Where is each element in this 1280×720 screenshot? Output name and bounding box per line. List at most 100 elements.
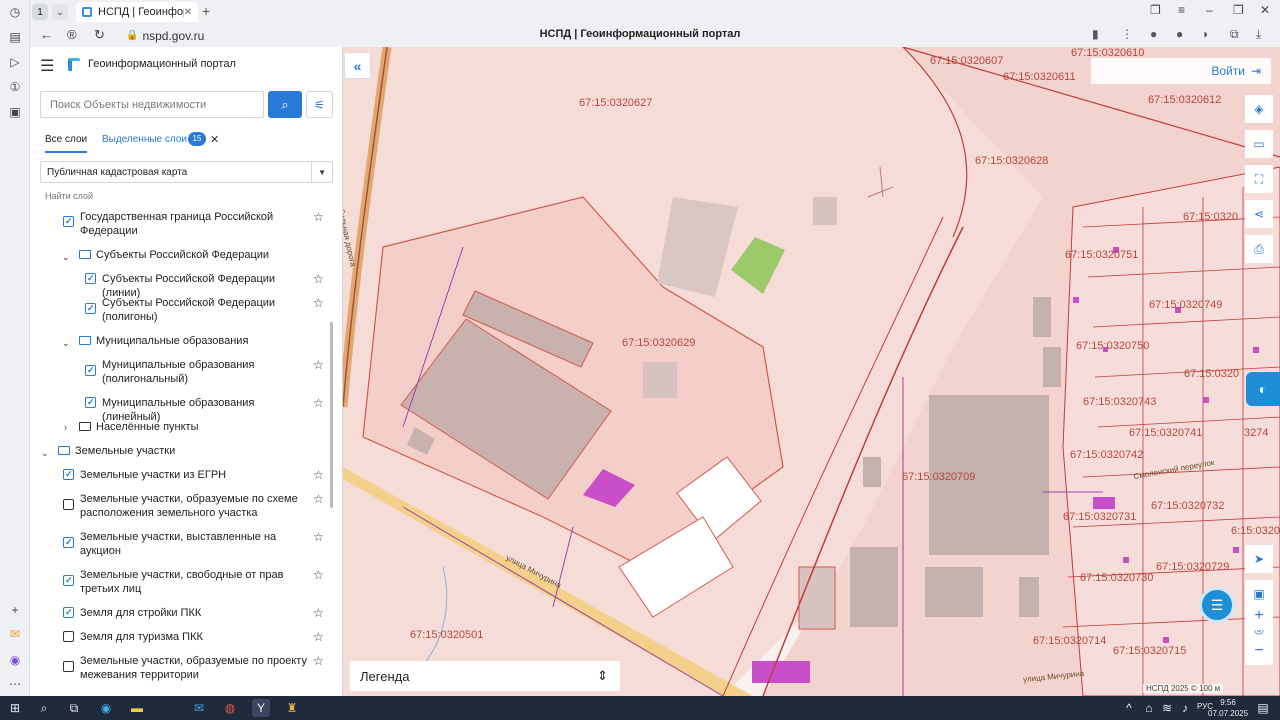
layers-button[interactable]: ◈ (1245, 95, 1273, 123)
find-layer-input[interactable]: Найти слой (45, 191, 93, 201)
favorite-star-icon[interactable]: ☆ (313, 210, 324, 224)
favorite-star-icon[interactable]: ☆ (313, 296, 324, 310)
collections-icon[interactable]: ▤ (5, 27, 25, 47)
cadastral-label[interactable]: 67:15:0320715 (1113, 645, 1186, 657)
cadastral-label[interactable]: 67:15:0320742 (1070, 449, 1143, 461)
favorite-star-icon[interactable]: ☆ (313, 492, 324, 506)
cadastral-label[interactable]: 67:15:0320 (1184, 368, 1239, 380)
search-icon[interactable]: ⌕ (35, 699, 53, 717)
cadastral-label[interactable]: 67:15:0320607 (930, 55, 1003, 67)
tab-close-icon[interactable]: ✕ (184, 7, 192, 18)
navigate-button[interactable]: ➤ (1245, 545, 1273, 573)
clear-selected-icon[interactable]: ✕ (210, 131, 219, 149)
favorite-star-icon[interactable]: ☆ (313, 358, 324, 372)
assistant-widget-button[interactable]: ◐ (1246, 372, 1280, 406)
favorite-star-icon[interactable]: ☆ (313, 396, 324, 410)
favorite-star-icon[interactable]: ☆ (313, 530, 324, 544)
layer-checkbox[interactable] (63, 573, 74, 587)
cadastral-label[interactable]: 6:15:0320 (1231, 525, 1280, 537)
browser-tab[interactable]: НСПД | Геоинформационн ✕ (76, 2, 198, 22)
favorite-star-icon[interactable]: ☆ (313, 468, 324, 482)
chevron-down-icon[interactable]: ⌄ (62, 250, 70, 264)
wifi-icon[interactable]: ≋ (1158, 699, 1176, 717)
map-type-select[interactable]: Публичная кадастровая карта ▼ (40, 161, 333, 183)
legend-panel[interactable]: Легенда ⇕ (350, 661, 620, 691)
login-button[interactable]: Войти ⇥ (1091, 58, 1271, 84)
cadastral-label[interactable]: 67:15:0320628 (975, 155, 1048, 167)
more-options-icon[interactable]: ⋮ (1121, 27, 1133, 41)
hamburger-menu-icon[interactable]: ☰ (40, 56, 54, 76)
layer-checkbox[interactable] (63, 535, 74, 549)
measure-button[interactable]: ▭ (1245, 130, 1273, 158)
chevron-down-icon[interactable]: ⌄ (41, 446, 49, 460)
outlook-icon[interactable]: ✉ (190, 699, 208, 717)
bookmark-icon[interactable]: ▮ (1092, 27, 1099, 41)
tab-count-badge[interactable]: 1 (32, 4, 48, 20)
clock[interactable]: 9:56 07.07.2025 (1208, 697, 1248, 719)
chevron-down-icon[interactable]: ⌄ (62, 336, 70, 350)
favorite-star-icon[interactable]: ☆ (313, 606, 324, 620)
cadastral-label[interactable]: 67:15:0320751 (1065, 249, 1138, 261)
layer-checkbox[interactable] (63, 605, 74, 619)
window-close-icon[interactable]: ✕ (1260, 3, 1270, 17)
tray-chevron-up-icon[interactable]: ^ (1120, 699, 1138, 717)
search-input[interactable] (40, 91, 264, 118)
extensions-puzzle-icon[interactable]: ⧉ (1230, 27, 1239, 42)
layer-checkbox[interactable] (85, 395, 96, 409)
browser-shield-icon[interactable]: ® (67, 27, 77, 42)
cadastral-label[interactable]: 67:15:0320730 (1080, 572, 1153, 584)
history-icon[interactable]: ◷ (5, 2, 25, 22)
favorite-star-icon[interactable]: ☆ (313, 272, 324, 286)
tab-selected-layers[interactable]: Выделенные слои (102, 131, 187, 153)
layer-checkbox[interactable] (63, 631, 74, 642)
zoom-in-button[interactable]: + (1245, 602, 1273, 630)
cadastral-label[interactable]: 67:15:0320611 (1003, 71, 1076, 83)
yandex-browser-icon[interactable]: Y (252, 699, 270, 717)
cadastral-label[interactable]: 67:15:0320714 (1033, 635, 1106, 647)
layer-checkbox[interactable] (63, 214, 74, 228)
collapse-panel-button[interactable]: « (344, 52, 371, 79)
play-icon[interactable]: ▷ (5, 52, 25, 72)
url-field[interactable]: 🔒 nspd.gov.ru (126, 27, 204, 44)
cadastral-label[interactable]: 67:15:0320612 (1148, 94, 1221, 106)
download-icon[interactable]: ⤓ (1256, 27, 1261, 42)
layer-checkbox[interactable] (85, 271, 96, 285)
extension-icon[interactable]: ● (1150, 27, 1157, 41)
cadastral-label[interactable]: 67:15:0320732 (1151, 500, 1224, 512)
favorite-star-icon[interactable]: ☆ (313, 568, 324, 582)
cadastral-map[interactable]: улица Мичурина Смоленская автомобильная … (343, 47, 1280, 696)
chat-button[interactable]: ☰ (1199, 587, 1235, 623)
search-button[interactable]: ⌕ (268, 91, 302, 118)
cadastral-label[interactable]: 67:15:0320741 (1129, 427, 1202, 439)
layer-checkbox[interactable] (63, 499, 74, 510)
new-tab-icon[interactable]: + (202, 3, 210, 19)
edge-browser-icon[interactable]: ◉ (97, 699, 115, 717)
window-bookmark-icon[interactable]: ❐ (1150, 3, 1161, 17)
maximize-icon[interactable]: ❐ (1233, 3, 1244, 17)
chrome-icon[interactable]: ◍ (221, 699, 239, 717)
screenshot-icon[interactable]: ▣ (5, 102, 25, 122)
cadastral-label[interactable]: 3274 (1244, 427, 1268, 439)
minimize-icon[interactable]: – (1206, 3, 1213, 17)
tab-all-layers[interactable]: Все слои (45, 131, 88, 153)
print-button[interactable]: ⎙ (1245, 235, 1273, 263)
extension-icon[interactable]: ● (1176, 27, 1183, 41)
filter-button[interactable]: ⚟ (306, 91, 333, 118)
panel-scrollbar[interactable] (330, 322, 333, 508)
select-area-button[interactable]: ⛶ (1245, 165, 1273, 193)
browser-menu-icon[interactable]: ≡ (1178, 3, 1185, 17)
network-icon[interactable]: ⌂ (1140, 699, 1158, 717)
layer-checkbox[interactable] (85, 301, 96, 315)
cadastral-label[interactable]: 67:15:0320629 (622, 337, 695, 349)
cadastral-label[interactable]: 67:15:0320709 (902, 471, 975, 483)
favorite-star-icon[interactable]: ☆ (313, 630, 324, 644)
tab-list-chevron-icon[interactable]: ⌄ (52, 4, 68, 20)
cadastral-label[interactable]: 67:15:0320749 (1149, 299, 1222, 311)
file-explorer-icon[interactable]: ▬ (128, 699, 146, 717)
tab-one-icon[interactable]: ① (5, 77, 25, 97)
cadastral-label[interactable]: 67:15:0320729 (1156, 561, 1229, 573)
more-icon[interactable]: ⋯ (5, 674, 25, 694)
task-view-icon[interactable]: ⧉ (65, 699, 83, 717)
cadastral-label[interactable]: 67:15:0320750 (1076, 340, 1149, 352)
zoom-out-button[interactable]: − (1245, 637, 1273, 665)
